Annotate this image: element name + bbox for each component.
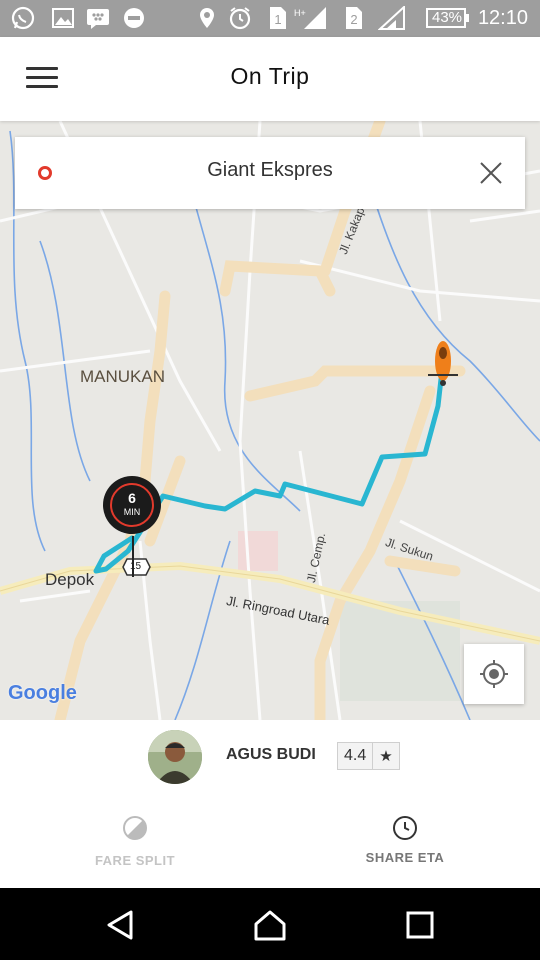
eta-unit: MIN	[123, 507, 141, 517]
share-eta-label: SHARE ETA	[365, 850, 445, 865]
driver-info[interactable]: AGUS BUDI 4.4 ★	[0, 720, 540, 800]
svg-text:H+: H+	[294, 8, 306, 18]
location-icon	[200, 8, 214, 28]
page-title: On Trip	[230, 63, 310, 89]
svg-text:2: 2	[350, 12, 357, 27]
gallery-icon	[52, 8, 74, 28]
driver-name: AGUS BUDI	[226, 746, 316, 763]
svg-text:1: 1	[274, 12, 281, 27]
my-location-icon	[480, 660, 508, 688]
clock-icon	[393, 816, 417, 840]
eta-value: 6	[128, 490, 136, 506]
signal-icon: H+	[294, 7, 326, 29]
driver-avatar[interactable]	[148, 730, 202, 784]
app-notification-icon	[124, 8, 144, 28]
sim1-icon: 1	[270, 7, 286, 29]
alarm-icon	[229, 7, 251, 30]
map-label-depok: Depok	[45, 570, 95, 589]
android-nav-bar	[0, 888, 540, 960]
google-logo: Google	[8, 682, 77, 704]
share-eta-button[interactable]: SHARE ETA	[305, 800, 505, 888]
driver-rating: 4.4 ★	[337, 742, 400, 770]
home-icon[interactable]	[253, 908, 287, 942]
trip-actions: FARE SPLIT SHARE ETA	[0, 800, 540, 888]
back-icon[interactable]	[103, 908, 137, 942]
map-view[interactable]: MANUKAN Depok Jl. Ringroad Utara Jl. Kak…	[0, 121, 540, 720]
destination-card[interactable]: Giant Ekspres	[15, 137, 525, 209]
signal2-icon	[378, 6, 405, 30]
rating-value: 4.4	[338, 743, 374, 769]
map-canvas[interactable]	[0, 121, 540, 720]
driver-motorcycle-marker	[428, 341, 458, 386]
fare-split-button[interactable]: FARE SPLIT	[35, 800, 235, 888]
fare-split-icon	[123, 816, 147, 840]
status-bar: 1 H+ 2 43% 12:10	[0, 0, 540, 37]
destination-text[interactable]: Giant Ekspres	[15, 159, 525, 182]
battery-percent: 43%	[432, 9, 463, 26]
clock: 12:10	[477, 7, 528, 29]
star-icon: ★	[373, 743, 399, 769]
whatsapp-icon	[11, 6, 35, 30]
sim2-icon: 2	[346, 7, 362, 29]
fare-split-label: FARE SPLIT	[94, 853, 176, 868]
close-icon[interactable]	[479, 161, 503, 185]
route-shield-number: 15	[130, 561, 142, 572]
app-bar: On Trip	[0, 37, 540, 121]
bbm-icon	[87, 9, 109, 29]
my-location-button[interactable]	[464, 644, 524, 704]
map-label-manukan: MANUKAN	[80, 367, 166, 386]
recents-icon[interactable]	[403, 908, 437, 942]
